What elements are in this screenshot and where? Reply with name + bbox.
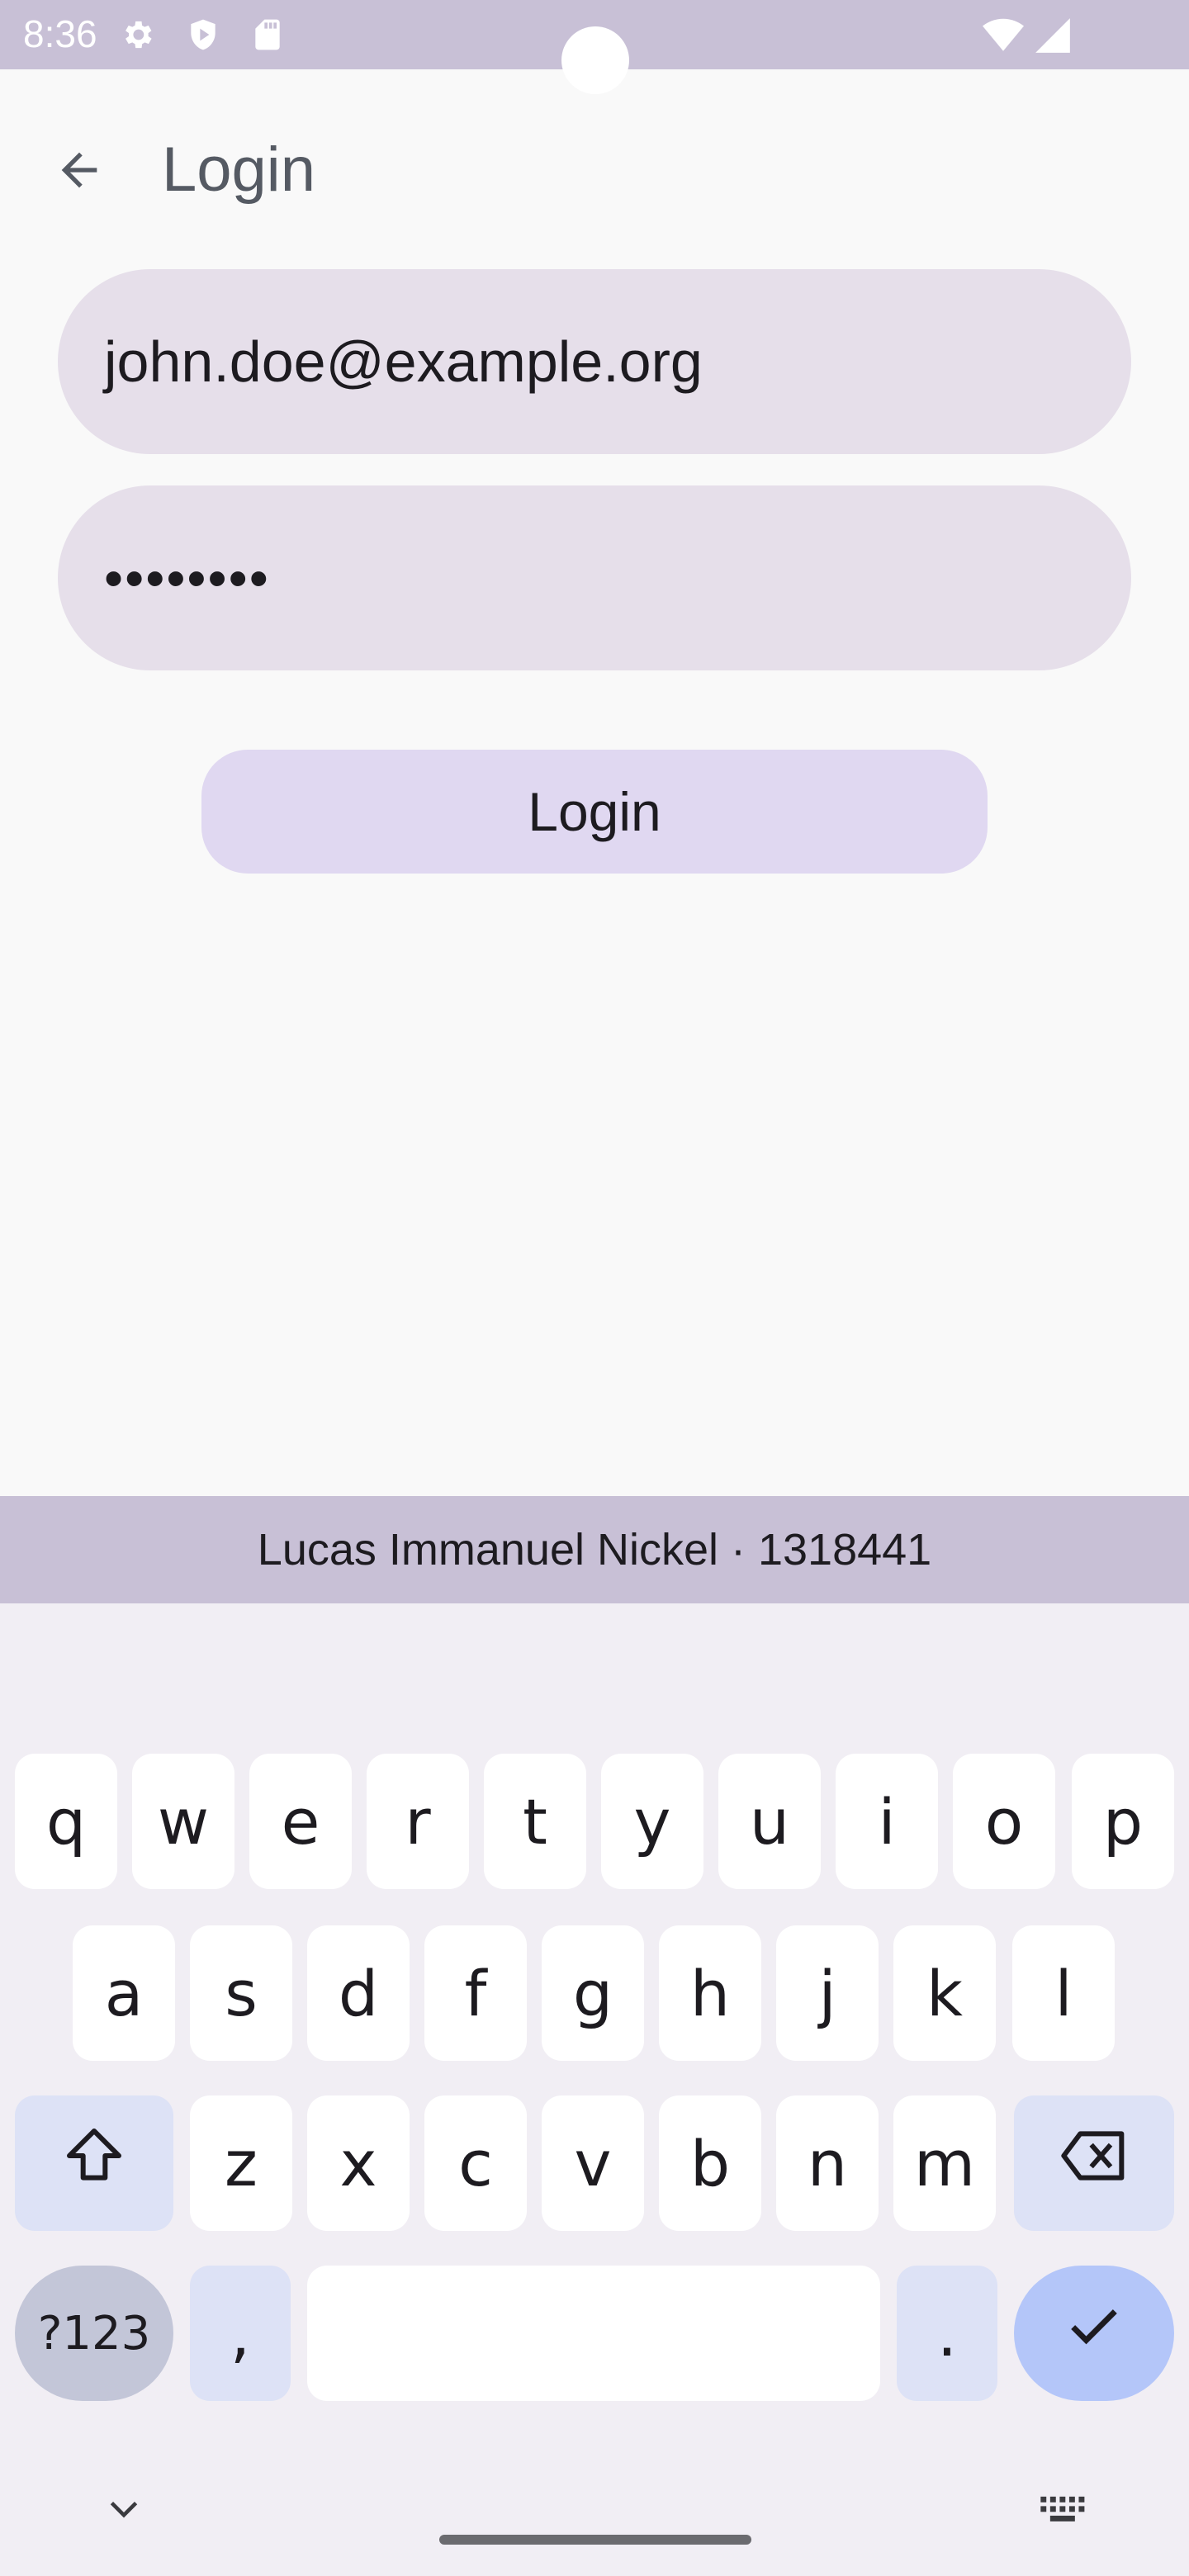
key-m[interactable]: m [893, 2095, 996, 2231]
key-z[interactable]: z [190, 2095, 292, 2231]
app-bar: Login [0, 69, 1189, 256]
wifi-icon [983, 15, 1024, 56]
switch-keyboard-button[interactable] [1030, 2479, 1097, 2545]
enter-key[interactable] [1014, 2266, 1174, 2401]
key-f[interactable]: f [424, 1925, 527, 2061]
password-field-value: •••••••• [104, 547, 270, 608]
back-button[interactable] [40, 132, 119, 211]
key-h[interactable]: h [659, 1925, 761, 2061]
key-n[interactable]: n [776, 2095, 879, 2231]
login-button-label: Login [528, 781, 661, 842]
page-title: Login [162, 135, 315, 205]
key-v[interactable]: v [542, 2095, 644, 2231]
chevron-down-icon [103, 2489, 144, 2535]
key-k[interactable]: k [893, 1925, 996, 2061]
key-x[interactable]: x [307, 2095, 410, 2231]
student-banner-text: Lucas Immanuel Nickel · 1318441 [257, 1525, 932, 1574]
key-c[interactable]: c [424, 2095, 527, 2231]
status-time: 8:36 [23, 12, 97, 55]
key-s[interactable]: s [190, 1925, 292, 2061]
space-key[interactable] [307, 2266, 880, 2401]
shift-key[interactable] [15, 2095, 173, 2231]
key-e[interactable]: e [249, 1754, 352, 1889]
navigation-handle[interactable] [439, 2535, 751, 2545]
password-field[interactable]: •••••••• [58, 485, 1131, 670]
backspace-icon [1057, 2123, 1131, 2204]
shift-arrow-icon [61, 2123, 127, 2204]
key-r[interactable]: r [367, 1754, 469, 1889]
key-p[interactable]: p [1072, 1754, 1174, 1889]
keyboard-icon [1039, 2492, 1088, 2532]
sd-card-icon [249, 17, 286, 53]
status-bar: 8:36 [0, 0, 1189, 94]
key-o[interactable]: o [953, 1754, 1055, 1889]
key-g[interactable]: g [542, 1925, 644, 2061]
signal-icon [1032, 15, 1073, 56]
key-d[interactable]: d [307, 1925, 410, 2061]
symbols-key[interactable]: ?123 [15, 2266, 173, 2401]
key-q[interactable]: q [15, 1754, 117, 1889]
key-l[interactable]: l [1012, 1925, 1115, 2061]
backspace-key[interactable] [1014, 2095, 1174, 2231]
key-a[interactable]: a [73, 1925, 175, 2061]
soft-keyboard: q w e r t y u i o p a s d f g h j k l z … [0, 1603, 1189, 2576]
key-b[interactable]: b [659, 2095, 761, 2231]
checkmark-icon [1063, 2294, 1125, 2372]
login-button[interactable]: Login [201, 750, 988, 874]
key-j[interactable]: j [776, 1925, 879, 2061]
key-y[interactable]: y [601, 1754, 703, 1889]
key-u[interactable]: u [718, 1754, 821, 1889]
collapse-keyboard-button[interactable] [91, 2479, 157, 2545]
comma-key[interactable]: , [190, 2266, 291, 2401]
email-field[interactable]: john.doe@example.org [58, 269, 1131, 454]
email-field-value: john.doe@example.org [104, 329, 703, 394]
gear-icon [119, 17, 155, 53]
student-banner: Lucas Immanuel Nickel · 1318441 [0, 1496, 1189, 1603]
key-i[interactable]: i [836, 1754, 938, 1889]
period-key[interactable]: . [897, 2266, 997, 2401]
shield-play-icon [185, 17, 221, 53]
key-t[interactable]: t [484, 1754, 586, 1889]
arrow-left-icon [53, 144, 106, 201]
key-w[interactable]: w [132, 1754, 234, 1889]
